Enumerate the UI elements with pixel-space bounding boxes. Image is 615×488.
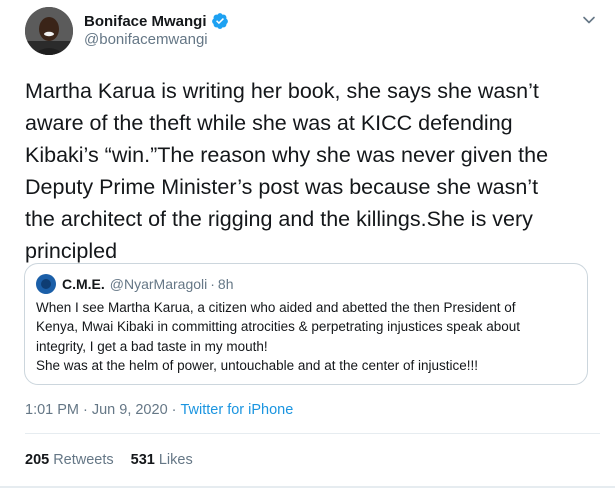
tweet-date[interactable]: Jun 9, 2020 — [92, 402, 168, 418]
quoted-text-line: Kenya, Mwai Kibaki in committing atrocit… — [36, 319, 520, 335]
tweet-meta: 1:01 PM · Jun 9, 2020 · Twitter for iPho… — [25, 400, 293, 420]
quoted-text-line: She was at the helm of power, untouchabl… — [36, 357, 479, 373]
chevron-down-icon[interactable] — [581, 12, 597, 28]
tweet-stats: 205 Retweets 531 Likes — [25, 450, 193, 470]
quoted-timestamp: 8h — [217, 276, 234, 292]
quoted-author-handle: @NyarMaragoli — [109, 276, 208, 292]
tweet-text: Martha Karua is writing her book, she sa… — [25, 75, 600, 267]
tweet-text-line: the architect of the rigging and the kil… — [25, 207, 533, 231]
tweet-time[interactable]: 1:01 PM — [25, 402, 79, 418]
quoted-tweet[interactable]: C.M.E. @NyarMaragoli · 8h When I see Mar… — [24, 263, 588, 385]
author-name[interactable]: Boniface Mwangi — [84, 13, 207, 30]
retweets-label: Retweets — [53, 452, 114, 468]
tweet-card: Boniface Mwangi @bonifacemwangi Martha K… — [0, 0, 615, 488]
tweet-text-line: Deputy Prime Minister’s post was because… — [25, 175, 539, 199]
quoted-text-line: integrity, I get a bad taste in my mouth… — [36, 338, 268, 354]
quoted-author-avatar — [36, 274, 56, 294]
divider — [25, 433, 600, 434]
tweet-text-line: Martha Karua is writing her book, she sa… — [25, 79, 539, 103]
retweets-count: 205 — [25, 452, 50, 468]
likes-count: 531 — [130, 452, 155, 468]
quoted-tweet-header: C.M.E. @NyarMaragoli · 8h — [36, 274, 234, 294]
author-avatar[interactable] — [25, 7, 73, 55]
tweet-text-line: Kibaki’s “win.”The reason why she was ne… — [25, 143, 549, 167]
tweet-source-link[interactable]: Twitter for iPhone — [180, 402, 293, 418]
quoted-text-line: When I see Martha Karua, a citizen who a… — [36, 300, 516, 315]
meta-separator: · — [171, 402, 177, 418]
quoted-separator: · — [210, 276, 215, 292]
retweets-stat[interactable]: 205 Retweets — [25, 452, 114, 468]
verified-badge-icon — [211, 12, 229, 30]
likes-label: Likes — [158, 452, 193, 468]
author-name-row: Boniface Mwangi — [84, 11, 229, 31]
profile-photo-icon — [25, 7, 73, 55]
quoted-tweet-text: When I see Martha Karua, a citizen who a… — [36, 298, 581, 375]
tweet-text-line: aware of the theft while she was at KICC… — [25, 111, 513, 135]
author-handle[interactable]: @bonifacemwangi — [84, 31, 208, 48]
quoted-author-name: C.M.E. — [62, 276, 105, 292]
likes-stat[interactable]: 531 Likes — [131, 452, 193, 468]
meta-separator: · — [83, 402, 88, 418]
